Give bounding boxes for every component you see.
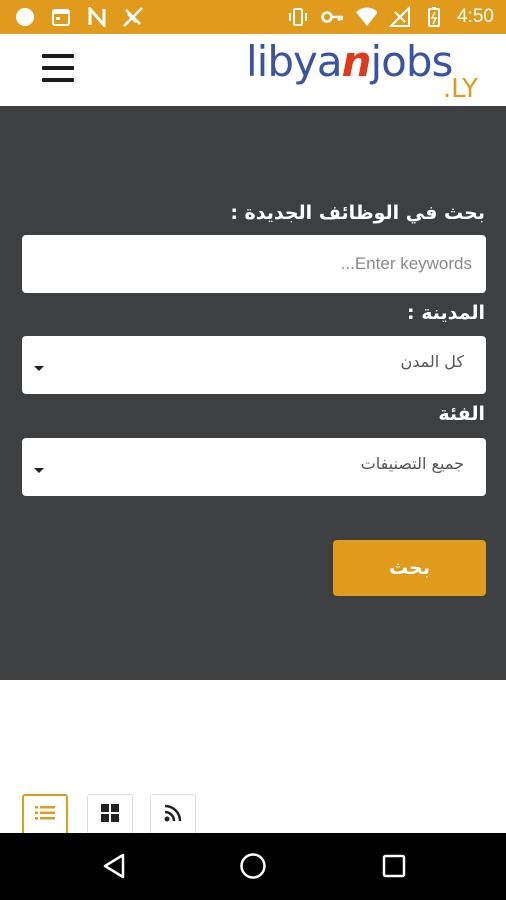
list-view-button[interactable]	[22, 794, 68, 836]
n-icon	[86, 6, 108, 28]
battery-icon	[423, 6, 445, 28]
vibrate-icon	[287, 6, 309, 28]
signal-off-icon	[122, 6, 144, 28]
search-heading: بحث في الوظائف الجديدة :	[230, 202, 485, 224]
key-icon	[321, 6, 344, 28]
list-view-icon	[35, 805, 55, 825]
caret-down-icon	[34, 468, 44, 473]
hamburger-menu-icon[interactable]	[42, 54, 74, 82]
home-icon[interactable]	[238, 851, 268, 881]
keywords-input[interactable]	[22, 235, 486, 293]
status-bar: 4:50	[0, 0, 506, 34]
back-icon[interactable]	[99, 851, 129, 881]
search-panel: بحث في الوظائف الجديدة : المدينة : كل ال…	[0, 106, 506, 680]
keywords-field[interactable]	[22, 235, 486, 293]
wifi-icon	[355, 6, 378, 28]
calendar-icon	[50, 6, 72, 28]
rss-icon	[164, 804, 182, 826]
logo-accent: n	[341, 37, 372, 86]
city-selected-value: كل المدن	[400, 352, 464, 371]
cell-signal-icon	[389, 6, 411, 28]
city-label: المدينة :	[407, 302, 485, 324]
recents-icon[interactable]	[379, 851, 409, 881]
android-nav-bar	[0, 833, 506, 900]
category-select[interactable]: جميع التصنيفات	[22, 438, 486, 496]
caret-down-icon	[34, 366, 44, 371]
status-time: 4:50	[457, 6, 494, 27]
logo[interactable]: libyanjobs .LY	[246, 37, 486, 105]
category-selected-value: جميع التصنيفات	[360, 454, 464, 473]
city-select[interactable]: كل المدن	[22, 336, 486, 394]
category-label: الفئة	[438, 403, 485, 425]
grid-view-button[interactable]	[87, 794, 133, 836]
circle-icon	[14, 6, 36, 28]
grid-view-icon	[101, 804, 119, 826]
app-header: libyanjobs .LY	[0, 34, 506, 106]
rss-button[interactable]	[150, 794, 196, 836]
search-button[interactable]: بحث	[333, 540, 486, 596]
logo-text: libya	[246, 37, 343, 86]
logo-text-2: jobs	[370, 37, 454, 86]
logo-suffix: .LY	[442, 74, 478, 104]
